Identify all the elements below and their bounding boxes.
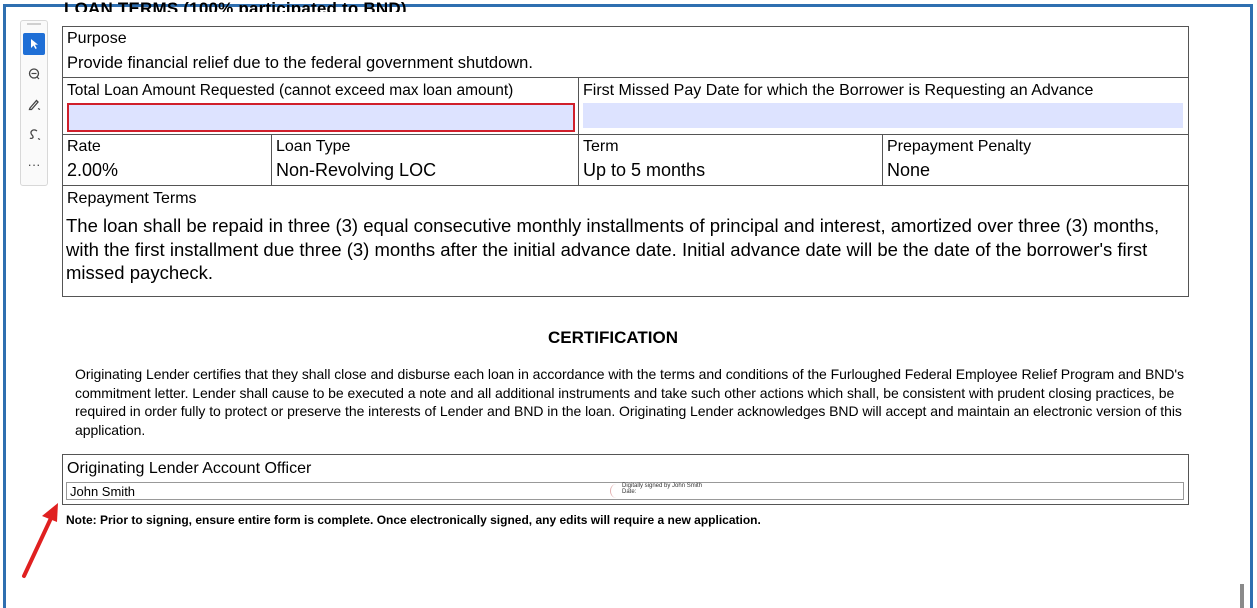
purpose-label: Purpose — [67, 30, 127, 47]
annotation-toolbar: ··· — [20, 20, 48, 186]
term-label: Term — [583, 138, 619, 155]
repayment-value: The loan shall be repaid in three (3) eq… — [66, 215, 1160, 283]
toolbar-grip[interactable] — [27, 23, 41, 25]
select-icon[interactable] — [23, 33, 45, 55]
purpose-value: Provide financial relief due to the fede… — [67, 54, 533, 72]
rate-label: Rate — [67, 138, 101, 155]
divider — [62, 134, 1189, 135]
rate-value: 2.00% — [67, 160, 119, 180]
officer-name: John Smith — [70, 484, 136, 499]
annotation-arrow-icon — [22, 503, 58, 578]
more-icon[interactable]: ··· — [23, 153, 45, 175]
certification-text: Originating Lender certifies that they s… — [75, 366, 1184, 438]
divider — [882, 134, 883, 185]
first-missed-pay-label: First Missed Pay Date for which the Borr… — [583, 82, 1094, 99]
prepayment-penalty-label: Prepayment Penalty — [887, 138, 1032, 155]
total-loan-label: Total Loan Amount Requested (cannot exce… — [67, 82, 514, 99]
signature-field[interactable]: John Smith Digitally signed by John Smit… — [66, 482, 1184, 500]
divider — [578, 77, 579, 134]
divider — [271, 134, 272, 185]
draw-icon[interactable] — [23, 123, 45, 145]
divider — [62, 77, 1189, 78]
first-missed-pay-input[interactable] — [583, 103, 1183, 128]
highlight-pen-icon[interactable] — [23, 93, 45, 115]
divider — [578, 134, 579, 185]
signature-line-2: Date: — [622, 489, 637, 495]
term-value: Up to 5 months — [583, 160, 706, 180]
divider — [62, 185, 1189, 186]
scrollbar-thumb[interactable] — [1240, 584, 1244, 608]
signing-note: Note: Prior to signing, ensure entire fo… — [66, 513, 761, 527]
prepayment-penalty-value: None — [887, 160, 931, 180]
signature-details: Digitally signed by John Smith Date: — [622, 483, 702, 495]
total-loan-input[interactable] — [67, 103, 575, 132]
loan-type-label: Loan Type — [276, 138, 351, 155]
loan-type-value: Non-Revolving LOC — [276, 160, 437, 180]
comment-icon[interactable] — [23, 63, 45, 85]
officer-label: Originating Lender Account Officer — [67, 460, 312, 477]
section-title: LOAN TERMS (100% participated to BND) — [64, 0, 407, 12]
repayment-label: Repayment Terms — [67, 190, 197, 207]
certification-title: CERTIFICATION — [548, 328, 679, 347]
